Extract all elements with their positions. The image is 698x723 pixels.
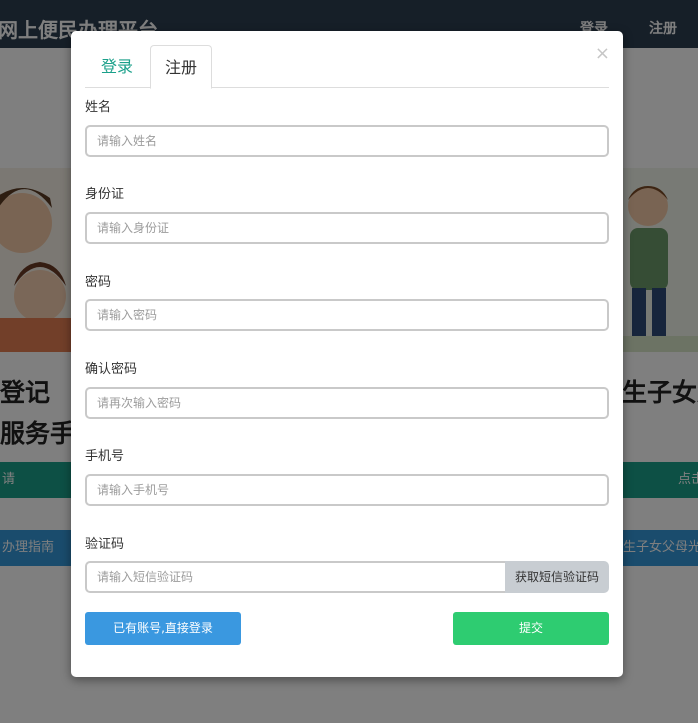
phone-label: 手机号: [85, 449, 125, 464]
password-label: 密码: [85, 275, 112, 290]
password-input[interactable]: [85, 299, 609, 331]
tab-login[interactable]: 登录: [85, 45, 149, 89]
tab-register[interactable]: 注册: [150, 45, 212, 89]
have-account-login-button[interactable]: 已有账号,直接登录: [85, 612, 241, 645]
get-sms-code-button[interactable]: 获取短信验证码: [505, 561, 609, 593]
submit-button[interactable]: 提交: [453, 612, 609, 645]
id-card-input[interactable]: [85, 212, 609, 244]
register-modal: × 登录 注册 姓名 身份证 密码 确认密码 手机号 验证码 获取短信验证码 已…: [71, 31, 623, 677]
name-label: 姓名: [85, 100, 112, 115]
confirm-password-label: 确认密码: [85, 362, 138, 377]
confirm-password-input[interactable]: [85, 387, 609, 419]
modal-tabs: 登录 注册: [85, 45, 609, 89]
id-card-label: 身份证: [85, 187, 125, 202]
sms-code-input[interactable]: [85, 561, 507, 593]
sms-code-label: 验证码: [85, 537, 125, 552]
phone-input[interactable]: [85, 474, 609, 506]
name-input[interactable]: [85, 125, 609, 157]
